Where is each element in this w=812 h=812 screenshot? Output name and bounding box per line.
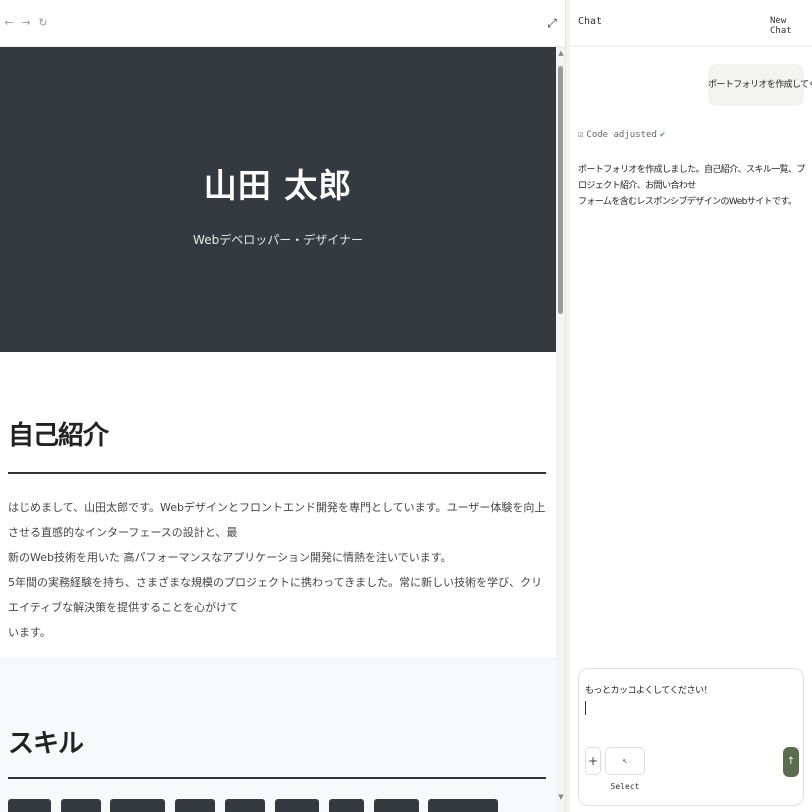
hero-subtitle: Webデベロッパー・デザイナー [193, 233, 363, 247]
send-button[interactable]: ↑ [783, 747, 799, 777]
reload-icon[interactable]: ↻ [36, 14, 50, 32]
hero-name: 山田 太郎 [203, 166, 353, 205]
skill-tag [175, 799, 215, 812]
about-line: はじめまして、山田太郎です。Webデザインとフロントエンド開発を専門としています… [8, 501, 546, 539]
skill-tag [110, 799, 165, 812]
back-icon[interactable]: ← [2, 14, 16, 32]
scroll-down-icon[interactable]: ▼ [557, 792, 565, 802]
site-viewport: 山田 太郎 Webデベロッパー・デザイナー 自己紹介 はじめまして、山田太郎です… [0, 47, 556, 812]
assistant-message: ポートフォリオを作成しました。自己紹介、スキル一覧、プロジェクト紹介、お問い合わ… [578, 162, 810, 210]
about-line: 新のWeb技術を用いた 高パフォーマンスなアプリケーション開発に情熱を注いでいま… [8, 551, 452, 564]
user-message: ポートフォリオを作成してください。 [708, 64, 812, 106]
skill-tag [8, 799, 51, 812]
about-heading: 自己紹介 [8, 421, 109, 451]
skills-divider [8, 777, 546, 779]
skill-tag [275, 799, 319, 812]
skill-tag [61, 799, 101, 812]
select-button[interactable]: ↖ Select [605, 747, 645, 791]
select-label: Select [610, 782, 640, 791]
chat-input[interactable]: もっとカッコよくしてください！ [585, 683, 712, 696]
assistant-line: フォームを含むレスポンシブデザインのWebサイトです。 [578, 197, 797, 207]
about-divider [8, 472, 546, 474]
expand-icon[interactable]: ⤢ [545, 14, 559, 32]
chat-title: Chat [578, 16, 603, 27]
scrollbar-thumb[interactable] [558, 66, 563, 314]
code-file-icon: ☑ [578, 130, 584, 140]
preview-pane: ← → ↻ ⤢ 山田 太郎 Webデベロッパー・デザイナー 自己紹介 はじめまし… [0, 0, 566, 812]
status-label: Code adjusted [586, 130, 657, 140]
text-cursor [585, 701, 586, 715]
chat-header: Chat New Chat [570, 0, 812, 47]
hero-section: 山田 太郎 Webデベロッパー・デザイナー [0, 47, 556, 352]
skill-tag [329, 799, 364, 812]
pointer-icon: ↖ [622, 756, 628, 765]
skill-tag [225, 799, 265, 812]
new-chat-button[interactable]: New Chat [770, 16, 812, 36]
check-icon: ✔ [659, 130, 666, 140]
about-line: います。 [8, 626, 51, 639]
scroll-up-icon[interactable]: ▲ [557, 48, 565, 58]
skill-tag [428, 799, 498, 812]
forward-icon[interactable]: → [19, 14, 33, 32]
add-button[interactable]: + [585, 747, 601, 775]
chat-pane: Chat New Chat ポートフォリオを作成してください。 ☑Code ad… [570, 0, 812, 812]
skills-section [0, 657, 556, 812]
code-adjusted-status[interactable]: ☑ Code adjusted ✔ [578, 130, 665, 140]
app-root: ← → ↻ ⤢ 山田 太郎 Webデベロッパー・デザイナー 自己紹介 はじめまし… [0, 0, 812, 812]
arrow-up-icon: ↑ [786, 756, 796, 767]
about-line: 5年間の実務経験を持ち、さまざまな規模のプロジェクトに携わってきました。常に新し… [8, 576, 543, 614]
assistant-line: ポートフォリオを作成しました。自己紹介、スキル一覧、プロジェクト紹介、お問い合わ… [578, 165, 805, 191]
skill-tag [374, 799, 419, 812]
skills-heading: スキル [8, 729, 84, 759]
chat-input-box[interactable]: もっとカッコよくしてください！ + ↖ Select ↑ [578, 668, 804, 806]
about-text: はじめまして、山田太郎です。Webデザインとフロントエンド開発を専門としています… [8, 495, 548, 645]
preview-toolbar: ← → ↻ ⤢ [0, 0, 565, 47]
